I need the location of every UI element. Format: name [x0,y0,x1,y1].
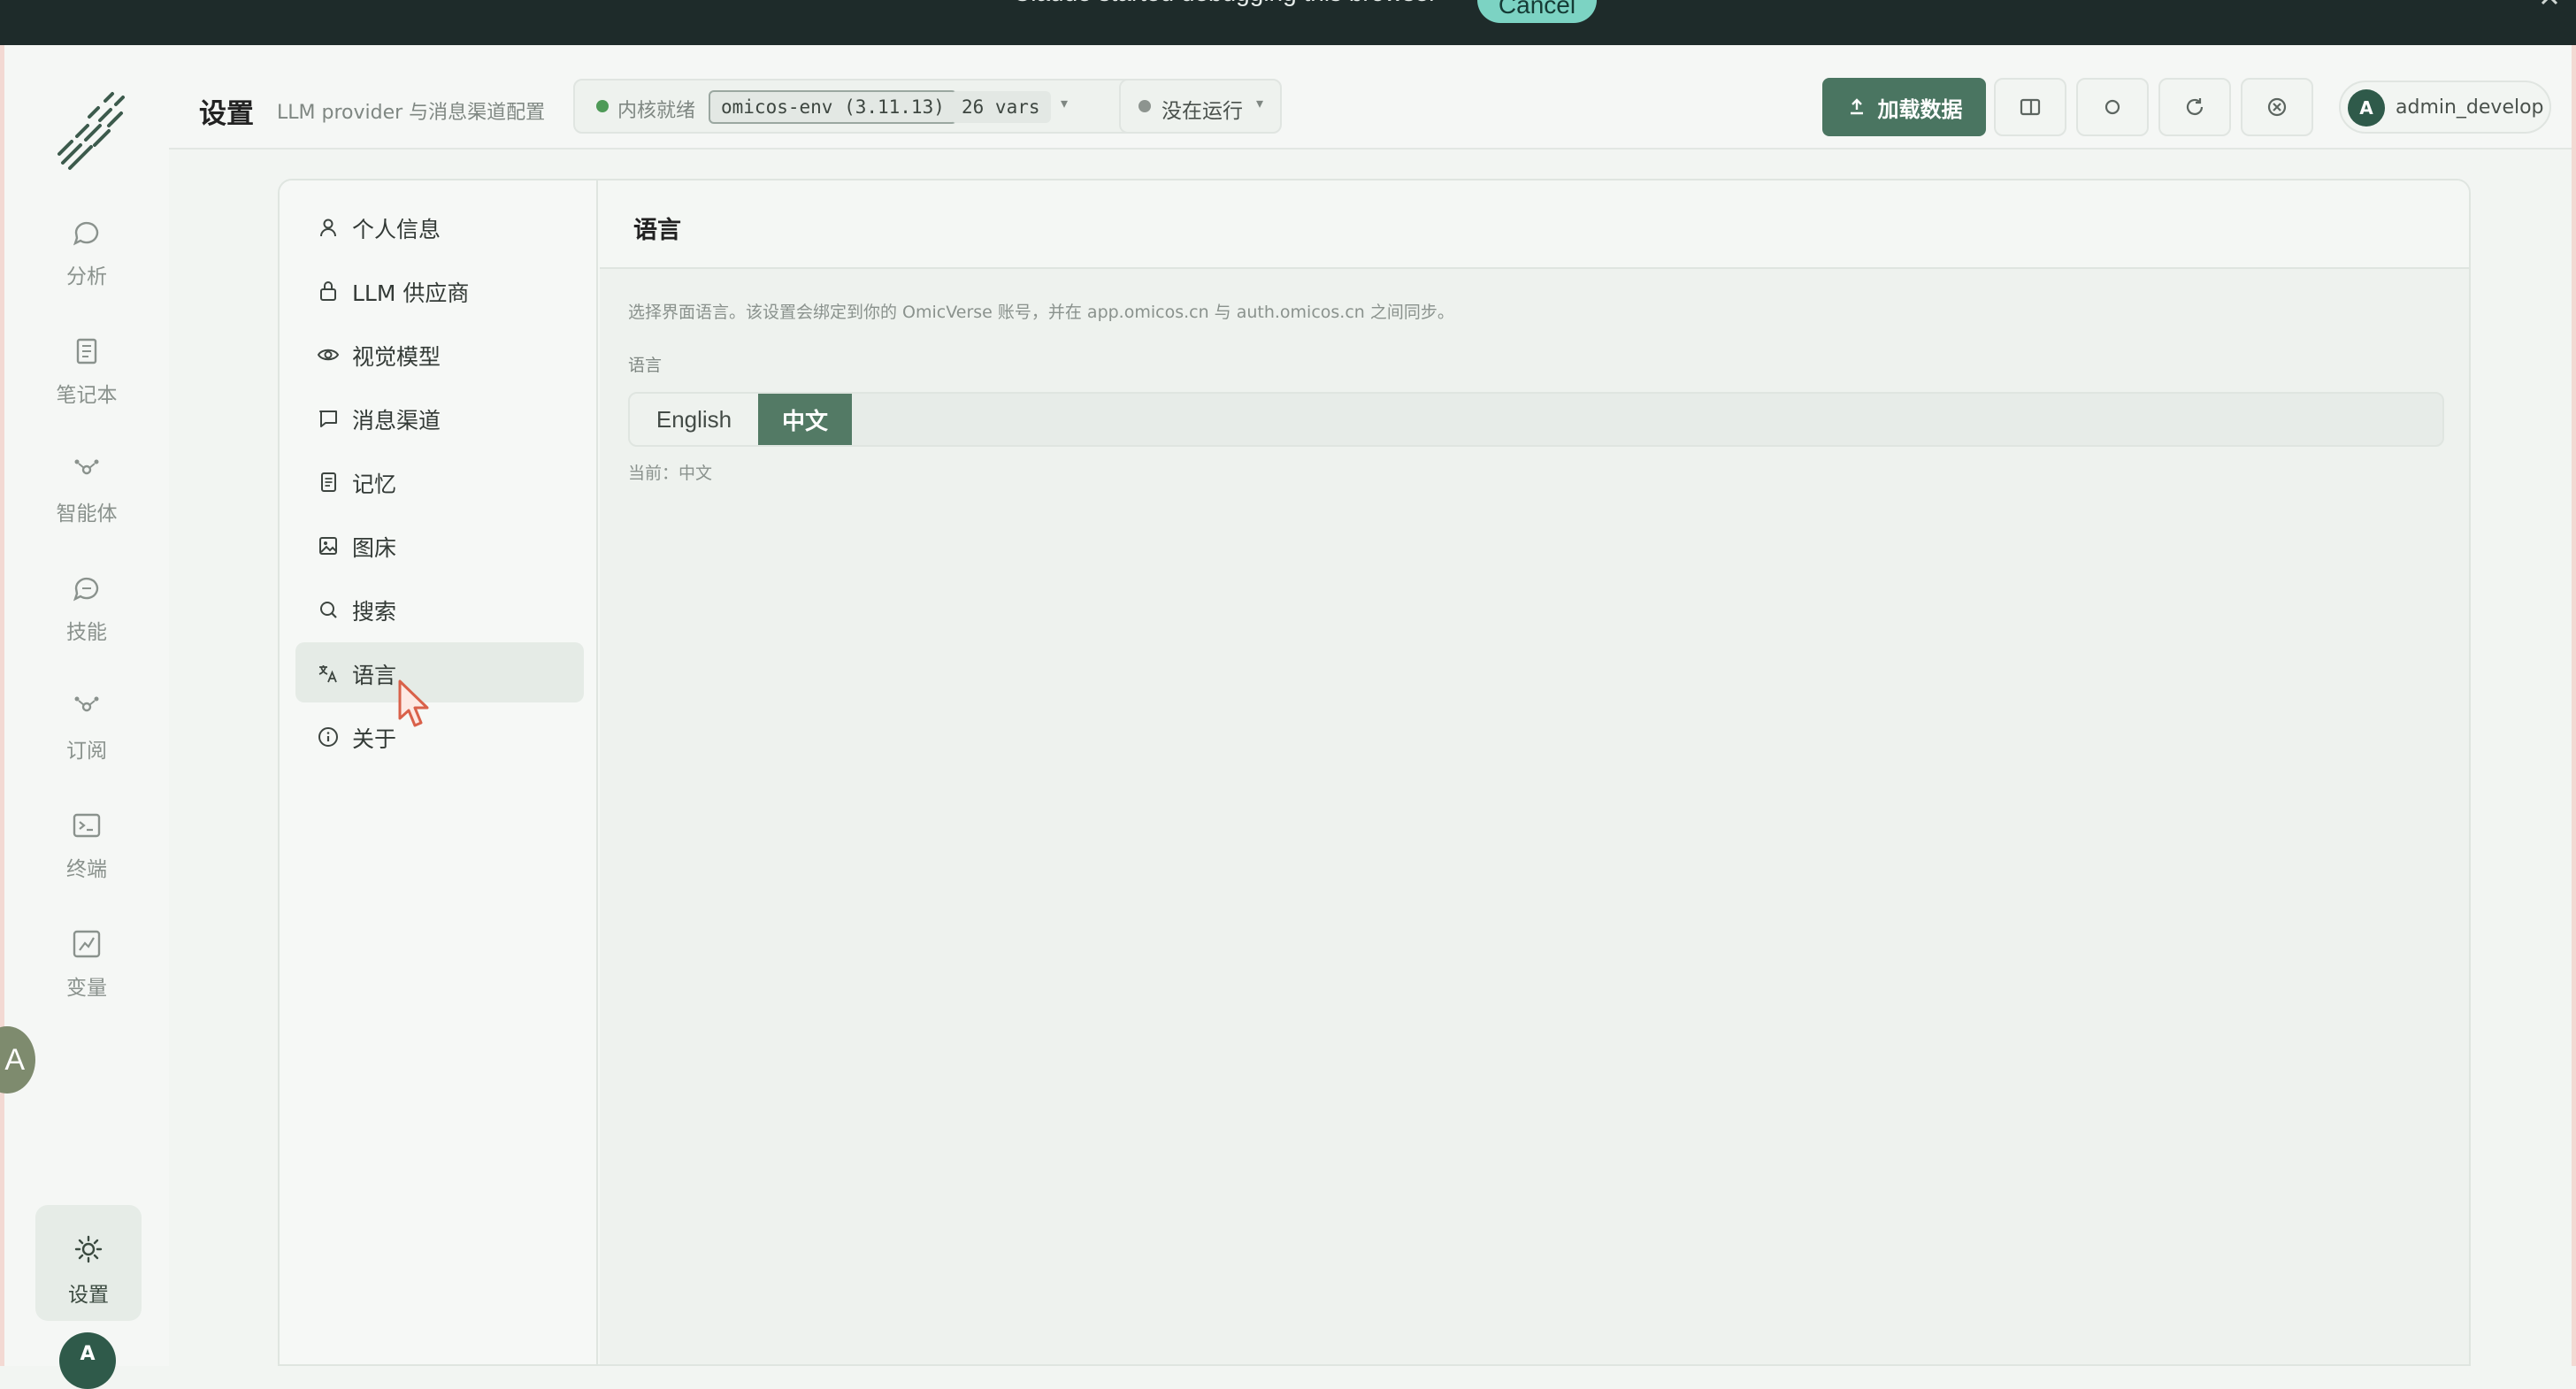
page-subtitle: LLM provider 与消息渠道配置 [277,102,546,124]
stop-button[interactable] [2241,78,2313,136]
app-logo-icon [50,85,130,173]
settings-nav-label: 图床 [352,535,397,561]
rail-item-analysis[interactable]: 分析 [29,203,144,300]
settings-nav-channels[interactable]: 消息渠道 [295,388,584,448]
rail-item-label: 分析 [66,265,107,288]
language-field-label: 语言 [628,356,663,375]
settings-nav-label: LLM 供应商 [352,280,470,306]
split-view-button[interactable] [1994,78,2066,136]
top-header: 设置 LLM provider 与消息渠道配置 内核就绪 omicos-env … [169,45,2572,150]
settings-nav-profile[interactable]: 个人信息 [295,196,584,257]
rail-item-notebook[interactable]: 笔记本 [29,321,144,418]
settings-nav-label: 搜索 [352,599,397,625]
settings-nav-label: 消息渠道 [352,408,441,434]
panel-description: 选择界面语言。该设置会绑定到你的 OmicVerse 账号，并在 app.omi… [628,303,1454,322]
settings-card: 个人信息 LLM 供应商 视觉模型 消息渠道 记忆 图床 搜索 语言 关于 语言… [278,179,2471,1366]
settings-nav: 个人信息 LLM 供应商 视觉模型 消息渠道 记忆 图床 搜索 语言 关于 [280,180,598,1364]
refresh-button[interactable] [2158,78,2231,136]
kernel-vars-badge: 26 vars [951,91,1051,123]
rail-item-label: 技能 [66,621,107,644]
chevron-down-icon: ▾ [1256,95,1264,111]
settings-nav-label: 记忆 [352,472,397,497]
rail-item-skills[interactable]: 技能 [29,558,144,656]
refresh-icon [2181,94,2208,120]
panel-title: 语言 [633,217,681,244]
settings-nav-label: 语言 [352,663,397,688]
cancel-circle-icon [2264,94,2290,120]
debug-banner: Claude started debugging this browser Ca… [0,0,2576,45]
settings-nav-language[interactable]: 语言 [295,642,584,702]
rail-item-label: 设置 [68,1284,109,1307]
rail-item-label: 变量 [66,977,107,1000]
settings-nav-label: 视觉模型 [352,344,441,370]
icon-rail: 分析 笔记本 智能体 技能 订阅 终端 变量 设置 A [4,45,169,1389]
settings-nav-label: 关于 [352,726,397,752]
gear-icon [71,1232,106,1267]
rail-item-label: 笔记本 [56,384,118,407]
rail-item-agents[interactable]: 智能体 [29,440,144,537]
agent-nodes-icon [69,452,104,487]
rail-item-terminal[interactable]: 终端 [29,795,144,893]
language-option-english[interactable]: English [630,394,758,445]
settings-nav-label: 个人信息 [352,217,441,242]
kernel-status-label: 内核就绪 [617,100,696,122]
current-language-text: 当前：中文 [628,464,713,483]
settings-nav-about[interactable]: 关于 [295,706,584,766]
circle-icon [2099,94,2126,120]
rail-item-label: 终端 [66,858,107,881]
status-dot [596,100,609,112]
terminal-icon [69,808,104,843]
status-dot [1138,100,1151,112]
chevron-down-icon: ▾ [1061,95,1069,111]
language-segmented-control: English 中文 [628,392,2444,447]
rail-item-variables[interactable]: 变量 [29,914,144,1011]
variables-icon [69,926,104,962]
kernel-env-badge: omicos-env (3.11.13) [709,90,957,124]
username-label: admin_develop [2396,96,2544,119]
record-button[interactable] [2076,78,2149,136]
rail-item-label: 订阅 [66,740,107,763]
chat-bubble-icon [69,215,104,250]
panel-icon [2017,94,2043,120]
close-icon[interactable] [2532,0,2567,16]
panel-header: 语言 [600,180,2469,269]
avatar[interactable]: A [59,1332,116,1389]
settings-nav-vision[interactable]: 视觉模型 [295,324,584,384]
avatar: A [2348,89,2385,127]
settings-nav-memory[interactable]: 记忆 [295,451,584,511]
rail-item-settings[interactable]: 设置 [35,1205,142,1321]
settings-nav-llm[interactable]: LLM 供应商 [295,260,584,320]
notebook-icon [69,334,104,369]
load-data-label: 加载数据 [1877,96,1963,122]
banner-message: Claude started debugging this browser [1013,0,1437,7]
banner-cancel-button[interactable]: Cancel [1477,0,1597,23]
run-status-label: 没在运行 [1162,100,1243,123]
user-menu[interactable]: A admin_develop [2339,81,2551,134]
page-title: 设置 [199,98,254,130]
language-panel: 语言 选择界面语言。该设置会绑定到你的 OmicVerse 账号，并在 app.… [600,180,2469,1364]
settings-nav-image-host[interactable]: 图床 [295,515,584,575]
load-data-button[interactable]: 加载数据 [1822,78,1986,136]
run-status-selector[interactable]: 没在运行 ▾ [1119,79,1282,134]
settings-nav-search[interactable]: 搜索 [295,579,584,639]
agent-nodes-icon [69,689,104,725]
upload-icon [1846,96,1867,118]
rail-item-subscriptions[interactable]: 订阅 [29,677,144,774]
language-option-chinese[interactable]: 中文 [758,394,852,445]
mouse-cursor-icon [396,678,433,731]
rail-item-label: 智能体 [56,503,118,526]
chat-bubble-icon [69,571,104,606]
